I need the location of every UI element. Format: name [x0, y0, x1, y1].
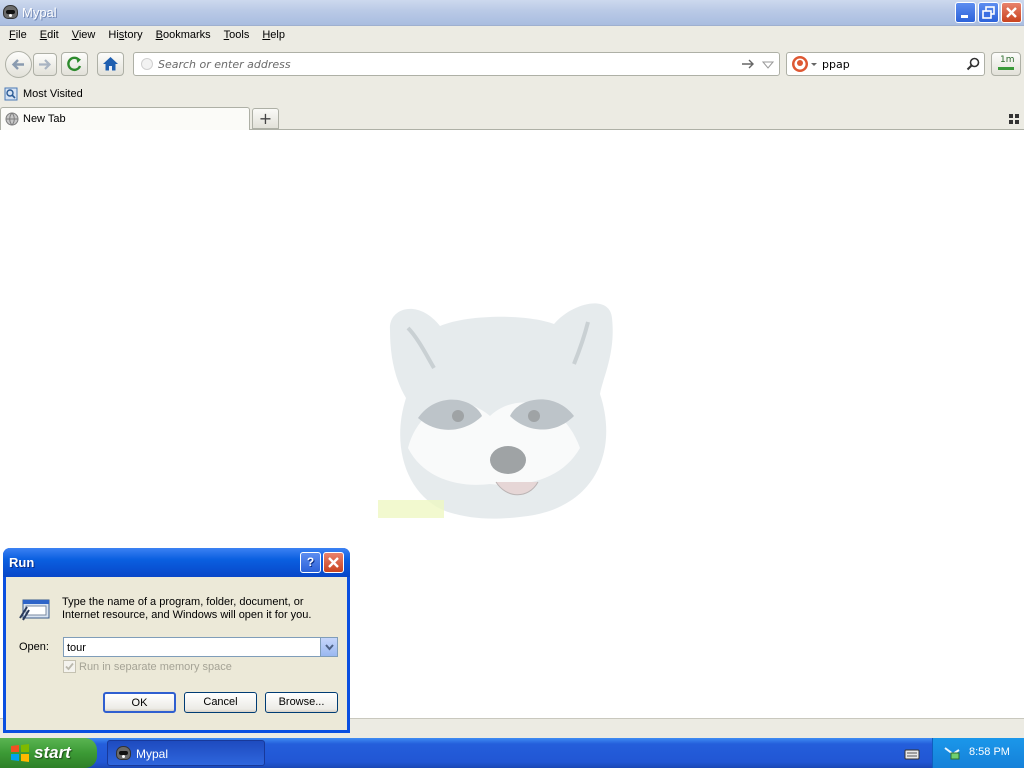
- addon-bar-graphic: [998, 67, 1014, 70]
- chevron-down-icon: [325, 644, 334, 651]
- tab-new-tab[interactable]: New Tab: [0, 107, 250, 130]
- menu-label-part: tory: [124, 29, 143, 41]
- open-combobox[interactable]: [63, 637, 338, 657]
- globe-icon: [5, 112, 19, 126]
- menu-item-bookmarks[interactable]: Bookmarks: [150, 27, 217, 43]
- raccoon-logo-watermark: [378, 303, 613, 519]
- tab-strip: New Tab +: [0, 106, 1024, 130]
- menu-access-key: E: [39, 29, 48, 41]
- search-bar[interactable]: [786, 52, 985, 76]
- addon-button-label: 1m: [1000, 55, 1015, 65]
- most-visited-icon: [4, 87, 18, 101]
- clock: 8:58 PM: [969, 746, 1010, 758]
- tab-label: New Tab: [23, 113, 66, 125]
- menu-bar: File Edit View History Bookmarks Tools Help: [0, 26, 1024, 46]
- menu-item-edit[interactable]: Edit: [34, 27, 65, 43]
- taskbar: start Mypal 8:58 PM: [0, 738, 1024, 768]
- menu-item-file[interactable]: File: [3, 27, 33, 43]
- home-icon: [103, 57, 118, 71]
- start-button[interactable]: start: [0, 738, 97, 768]
- minimize-icon: [961, 15, 968, 18]
- new-tab-button[interactable]: +: [252, 108, 279, 129]
- search-icon[interactable]: [966, 57, 980, 71]
- run-program-icon: [19, 599, 50, 621]
- menu-item-tools[interactable]: Tools: [218, 27, 256, 43]
- search-engine-icon[interactable]: [790, 54, 818, 74]
- close-button[interactable]: [1001, 2, 1022, 23]
- tab-groups-icon[interactable]: [1009, 114, 1019, 124]
- close-icon: [328, 557, 339, 568]
- minimize-button[interactable]: [955, 2, 976, 23]
- run-dialog-title-bar[interactable]: Run ?: [3, 548, 350, 577]
- home-button[interactable]: [97, 52, 124, 76]
- help-icon: ?: [306, 555, 315, 569]
- separate-memory-checkbox[interactable]: [63, 660, 76, 673]
- site-identity-icon: [141, 58, 153, 70]
- open-dropdown-button[interactable]: [320, 638, 337, 656]
- run-close-button[interactable]: [323, 552, 344, 573]
- network-icon[interactable]: [943, 744, 961, 762]
- mypal-raccoon-icon: [3, 5, 18, 19]
- back-button[interactable]: [5, 51, 32, 78]
- menu-label-part: ile: [15, 29, 27, 41]
- browse-button[interactable]: Browse...: [265, 692, 338, 713]
- menu-item-view[interactable]: View: [66, 27, 102, 43]
- plus-icon: +: [258, 109, 273, 128]
- bookmarks-toolbar: Most Visited: [0, 84, 1024, 106]
- menu-item-history[interactable]: History: [102, 27, 148, 43]
- system-tray: 8:58 PM: [932, 738, 1024, 768]
- run-description: Type the name of a program, folder, docu…: [62, 596, 312, 621]
- windows-logo-icon: [11, 744, 29, 762]
- menu-item-help[interactable]: Help: [256, 27, 291, 43]
- menu-label-part: ookmarks: [162, 29, 211, 41]
- address-input[interactable]: [158, 56, 718, 72]
- ok-button[interactable]: OK: [103, 692, 176, 713]
- cancel-button[interactable]: Cancel: [184, 692, 257, 713]
- forward-arrow-icon: [39, 59, 52, 70]
- menu-label-part: ools: [229, 29, 250, 41]
- search-input[interactable]: [822, 56, 962, 72]
- checkmark-icon: [65, 662, 74, 671]
- restore-button[interactable]: [978, 2, 999, 23]
- open-label: Open:: [19, 641, 49, 653]
- mypal-raccoon-icon: [116, 746, 131, 760]
- back-arrow-icon: [11, 59, 24, 70]
- open-input[interactable]: [67, 640, 317, 655]
- forward-button[interactable]: [33, 53, 57, 76]
- taskbar-item-label: Mypal: [136, 747, 169, 761]
- menu-access-key: F: [9, 29, 16, 41]
- start-label: start: [34, 743, 71, 762]
- navigation-toolbar: 1m: [0, 46, 1024, 84]
- run-dialog-title: Run: [9, 555, 35, 570]
- run-dialog: Run ? Type the name of a program, folder…: [3, 548, 350, 733]
- menu-label-part: elp: [270, 29, 285, 41]
- window-title-bar[interactable]: Mypal: [0, 0, 1024, 26]
- address-bar[interactable]: [133, 52, 780, 76]
- help-button[interactable]: ?: [300, 552, 321, 573]
- close-icon: [1006, 7, 1017, 18]
- separate-memory-label: Run in separate memory space: [79, 661, 232, 673]
- history-dropdown-icon[interactable]: [762, 59, 774, 71]
- reload-icon: [67, 56, 82, 72]
- go-arrow-icon[interactable]: [741, 57, 755, 71]
- most-visited-label: Most Visited: [23, 88, 83, 100]
- addon-button[interactable]: 1m: [991, 52, 1021, 76]
- keyboard-icon[interactable]: [904, 747, 920, 761]
- taskbar-item-mypal[interactable]: Mypal: [107, 740, 265, 766]
- menu-label-part: iew: [78, 29, 96, 41]
- menu-label-part: Hi: [108, 29, 119, 41]
- menu-access-key: B: [155, 29, 163, 41]
- restore-icon: [982, 6, 995, 19]
- menu-access-key: V: [71, 29, 79, 41]
- reload-button[interactable]: [61, 52, 88, 76]
- window-title: Mypal: [22, 5, 57, 20]
- menu-label-part: dit: [47, 29, 59, 41]
